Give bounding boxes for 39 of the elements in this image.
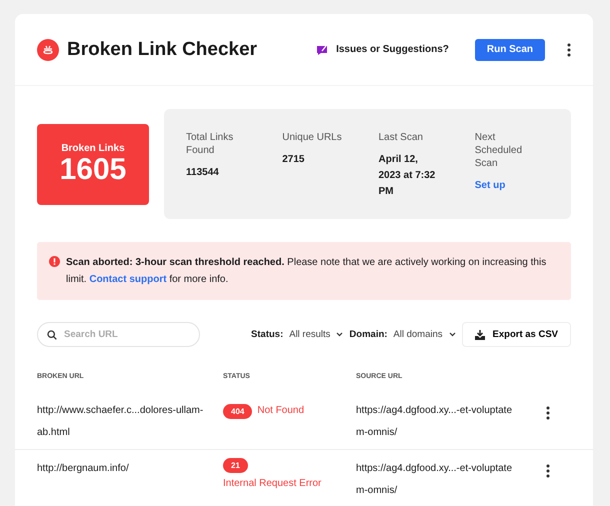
alert-message: Scan aborted: 3-hour scan threshold reached. Please note that we are actively working on increasing this limit. Contact support for more info. bbox=[66, 256, 548, 287]
search-field[interactable]: Search URL bbox=[37, 322, 200, 347]
broken-links-label: Broken Links bbox=[61, 142, 125, 154]
broken-links-count: 1605 bbox=[60, 154, 126, 186]
download-icon bbox=[474, 330, 485, 340]
stat-label: Next Scheduled Scan bbox=[474, 131, 524, 170]
run-scan-button[interactable]: Run Scan bbox=[474, 38, 545, 60]
stat-value: April 12, 2023 at 7:32 PM bbox=[378, 153, 436, 199]
more-icon[interactable] bbox=[546, 406, 550, 420]
export-button[interactable]: Export as CSV bbox=[462, 322, 571, 347]
table-cell-text: https://ag4.dgfood.xy...-et-voluptatem-omnis/ bbox=[356, 404, 514, 440]
stat-value: 113544 bbox=[186, 166, 220, 180]
logo-icon bbox=[37, 38, 59, 60]
chevron-icon bbox=[448, 332, 456, 337]
stat-label: Total Links Found bbox=[186, 131, 234, 157]
error-icon bbox=[49, 256, 60, 267]
status-text: Not Found bbox=[257, 404, 304, 418]
app-title: Broken Link Checker bbox=[67, 38, 258, 60]
stat-label: Last Scan bbox=[378, 131, 424, 144]
status-text: Internal Request Error bbox=[223, 477, 322, 491]
feedback-link[interactable]: Issues or Suggestions? bbox=[316, 44, 449, 56]
status-code: 21 bbox=[223, 458, 248, 473]
chat-icon bbox=[316, 44, 328, 56]
filter-dropdown[interactable]: All results bbox=[289, 329, 344, 340]
more-icon[interactable] bbox=[567, 42, 571, 56]
setup-link[interactable]: Set up bbox=[474, 178, 535, 194]
stat-value: 2715 bbox=[282, 153, 306, 167]
filter-label: Status: bbox=[251, 329, 284, 340]
chevron-icon bbox=[336, 332, 344, 337]
table-cell-text: http://bergnaum.info/ bbox=[37, 462, 130, 476]
table-cell-text: https://ag4.dgfood.xy...-et-voluptatem-omnis/ bbox=[356, 462, 514, 498]
filter-label: Domain: bbox=[349, 329, 388, 340]
table-cell-text: http://www.schaefer.c...dolores-ullam-ab.html bbox=[37, 404, 204, 440]
search-icon bbox=[47, 330, 57, 340]
filter-dropdown[interactable]: All domains bbox=[393, 329, 456, 340]
status-code: 404 bbox=[223, 404, 252, 418]
contact-support-link[interactable]: Contact support bbox=[89, 274, 167, 285]
more-icon[interactable] bbox=[546, 464, 550, 478]
stat-label: Unique URLs bbox=[282, 131, 342, 144]
